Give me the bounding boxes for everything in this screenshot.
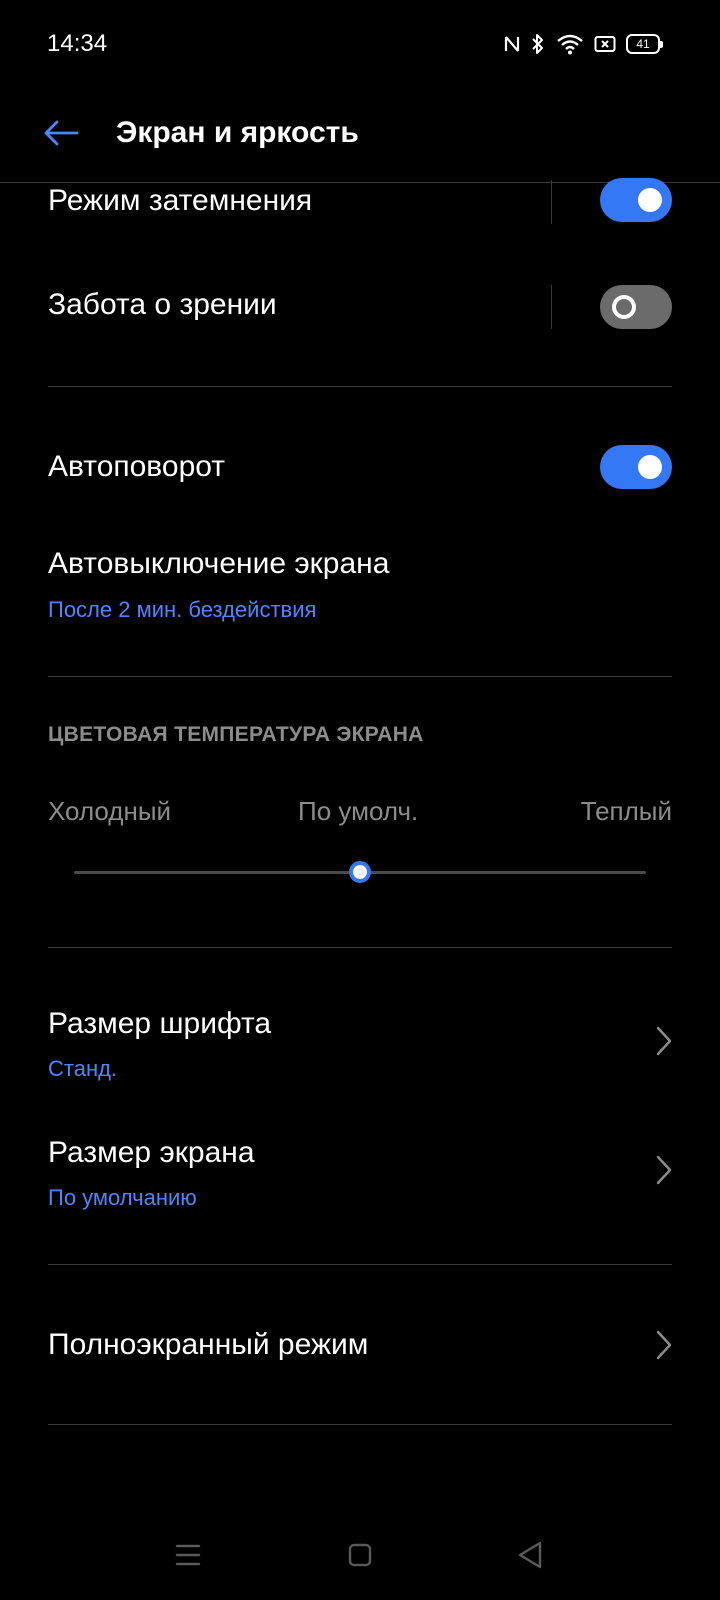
display-size-value: По умолчанию xyxy=(48,1185,197,1210)
font-size-value: Станд. xyxy=(48,1056,118,1081)
dark-mode-label: Режим затемнения xyxy=(48,184,313,217)
status-bar: 14:34 41 xyxy=(0,0,720,90)
back-nav-button[interactable] xyxy=(507,1534,553,1580)
nfc-icon xyxy=(504,33,520,55)
sim-blocked-icon xyxy=(594,35,616,53)
toggle-knob xyxy=(638,455,662,479)
divider xyxy=(48,1424,672,1425)
arrow-left-icon xyxy=(43,119,79,152)
auto-rotate-label: Автоповорот xyxy=(48,450,226,483)
divider xyxy=(48,386,672,387)
chevron-right-icon xyxy=(652,1328,676,1362)
screen-timeout-value: После 2 мин. бездействия xyxy=(48,597,317,622)
app-header: Экран и яркость xyxy=(0,90,720,183)
divider xyxy=(48,676,672,677)
status-time: 14:34 xyxy=(47,30,108,57)
divider xyxy=(48,1264,672,1265)
slider-thumb[interactable] xyxy=(349,861,371,883)
temperature-default-label: По умолч. xyxy=(298,796,419,826)
font-size-label: Размер шрифта xyxy=(48,1007,272,1040)
color-temperature-slider[interactable] xyxy=(74,861,646,883)
toggle-knob xyxy=(612,295,636,319)
display-size-label: Размер экрана xyxy=(48,1136,255,1169)
screen-timeout-label: Автовыключение экрана xyxy=(48,547,390,580)
battery-icon: 41 xyxy=(626,34,663,54)
back-triangle-icon xyxy=(516,1540,544,1575)
temperature-warm-label: Теплый xyxy=(580,796,672,826)
row-separator xyxy=(551,180,552,224)
chevron-right-icon xyxy=(652,1024,676,1058)
row-separator xyxy=(551,285,552,329)
page-title: Экран и яркость xyxy=(116,116,359,149)
toggle-knob xyxy=(638,188,662,212)
back-button[interactable] xyxy=(36,112,86,158)
eye-care-label: Забота о зрении xyxy=(48,288,277,321)
color-temperature-section-title: ЦВЕТОВАЯ ТЕМПЕРАТУРА ЭКРАНА xyxy=(48,723,424,746)
recent-apps-button[interactable] xyxy=(165,1534,211,1580)
battery-level: 41 xyxy=(636,37,650,51)
wifi-icon xyxy=(556,33,584,55)
dark-mode-toggle[interactable] xyxy=(600,178,672,222)
fullscreen-label: Полноэкранный режим xyxy=(48,1328,369,1361)
home-button[interactable] xyxy=(337,1534,383,1580)
auto-rotate-toggle[interactable] xyxy=(600,445,672,489)
home-icon xyxy=(347,1542,373,1573)
menu-icon xyxy=(174,1543,202,1572)
status-icons: 41 xyxy=(504,30,663,58)
eye-care-toggle[interactable] xyxy=(600,285,672,329)
navigation-bar xyxy=(0,1510,720,1600)
chevron-right-icon xyxy=(652,1153,676,1187)
temperature-cold-label: Холодный xyxy=(48,796,172,826)
bluetooth-icon xyxy=(530,32,546,56)
divider xyxy=(48,947,672,948)
